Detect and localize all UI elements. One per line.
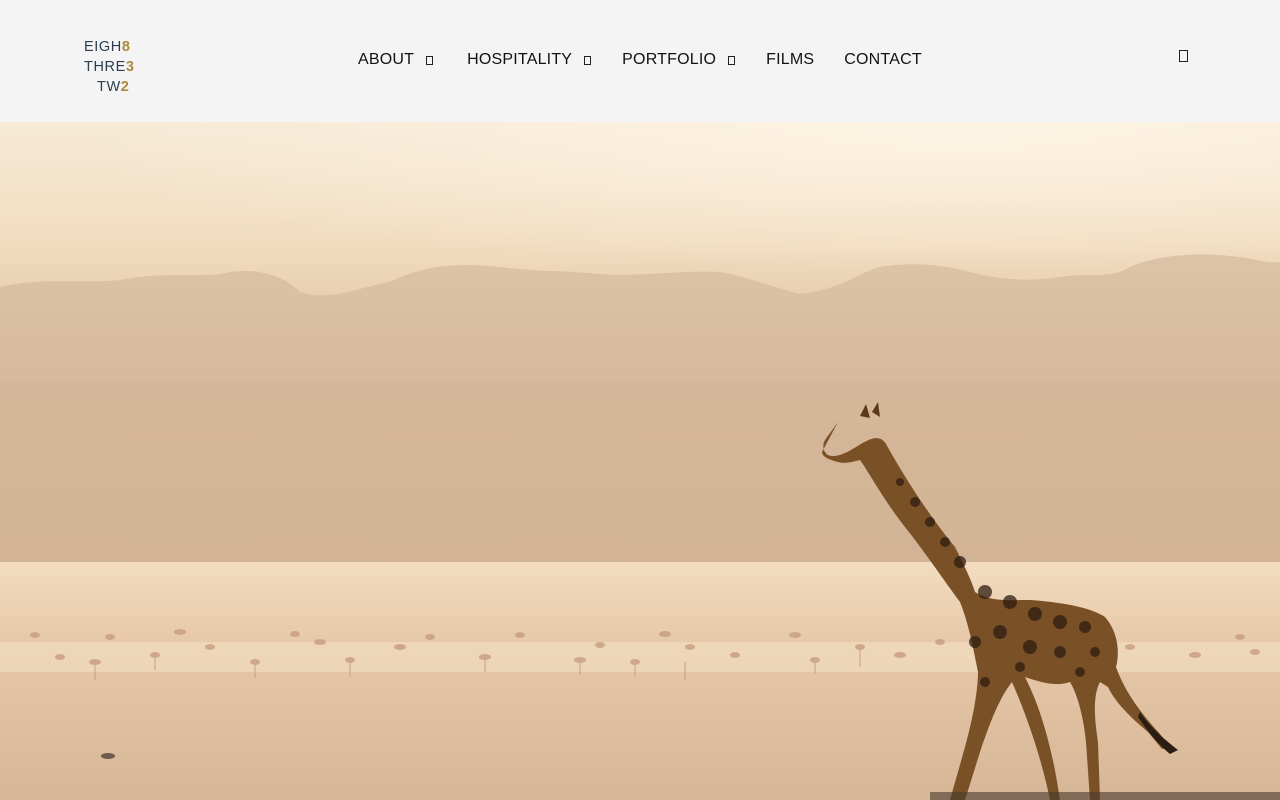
nav-item-portfolio[interactable]: PORTFOLIO bbox=[622, 51, 736, 69]
nav-item-label: CONTACT bbox=[844, 51, 922, 68]
chevron-down-icon[interactable] bbox=[584, 56, 592, 65]
small-bird bbox=[101, 753, 115, 759]
nav-item-hospitality[interactable]: HOSPITALITY bbox=[467, 51, 592, 69]
search-icon[interactable] bbox=[1179, 50, 1188, 62]
logo-line: THRE3 bbox=[84, 59, 135, 75]
nav-item-about[interactable]: ABOUT bbox=[358, 51, 434, 69]
nav-item-contact[interactable]: CONTACT bbox=[844, 51, 922, 69]
hero-image bbox=[0, 122, 1280, 800]
main-nav: ABOUT HOSPITALITY PORTFOLIO FILMS CONTAC… bbox=[358, 49, 922, 71]
logo-line: EIGH8 bbox=[84, 39, 131, 55]
nav-item-label: HOSPITALITY bbox=[467, 51, 573, 68]
nav-item-label: PORTFOLIO bbox=[622, 51, 717, 68]
chevron-down-icon[interactable] bbox=[426, 56, 434, 65]
hero-illustration bbox=[0, 122, 1280, 800]
site-header: EIGH8 THRE3 TW2 ABOUT HOSPITALITY PORTFO… bbox=[0, 0, 1280, 122]
nav-item-label: ABOUT bbox=[358, 51, 415, 68]
nav-item-films[interactable]: FILMS bbox=[766, 51, 814, 69]
brand-logo[interactable]: EIGH8 THRE3 TW2 bbox=[84, 37, 144, 97]
logo-line: TW2 bbox=[97, 79, 130, 95]
chevron-down-icon[interactable] bbox=[728, 56, 736, 65]
nav-item-label: FILMS bbox=[766, 51, 815, 68]
